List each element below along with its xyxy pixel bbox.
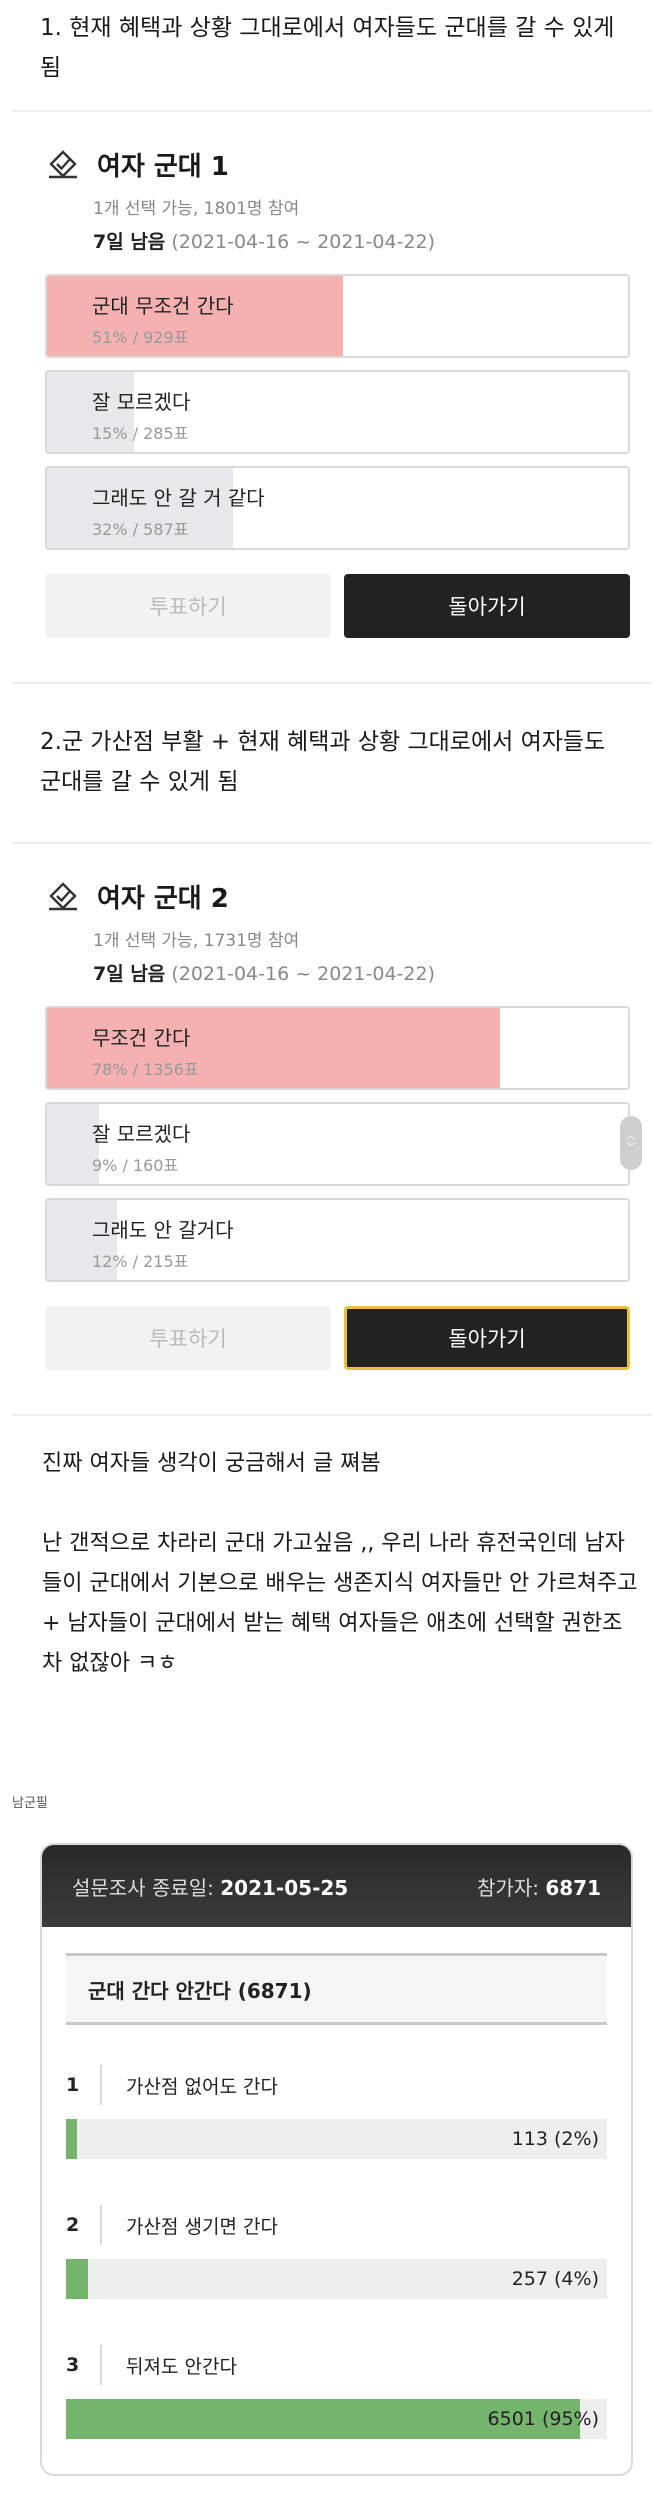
poll-option[interactable]: 잘 모르겠다 9% / 160표 (45, 1102, 630, 1186)
survey-item-label: 뒤져도 안간다 (126, 2355, 237, 2378)
survey-participants: 참가자: 6871 (477, 1872, 601, 1901)
survey-end-value: 2021-05-25 (220, 1875, 349, 1900)
vote-button[interactable]: 투표하기 (45, 574, 331, 638)
vote-button[interactable]: 투표하기 (45, 1306, 331, 1370)
chevron-down-icon: ﹀ (626, 1143, 636, 1154)
date-range: (2021-04-16 ~ 2021-04-22) (171, 231, 435, 253)
poll-card-1: 여자 군대 1 1개 선택 가능, 1801명 참여 7일 남음 (2021-0… (45, 142, 630, 638)
survey-item-value: 6501 (95%) (487, 2408, 599, 2430)
poll-option[interactable]: 잘 모르겠다 15% / 285표 (45, 370, 630, 454)
days-left: 7일 남음 (93, 963, 166, 985)
post-body-paragraph: 난 갠적으로 차라리 군대 가고싶음 ,, 우리 나라 휴전국인데 남자들이 군… (42, 1531, 638, 1676)
scroll-handle[interactable]: ︿ ﹀ (620, 1116, 642, 1170)
days-left: 7일 남음 (93, 231, 166, 253)
poll-deadline: 7일 남음 (2021-04-16 ~ 2021-04-22) (93, 960, 630, 988)
survey-item-value: 113 (2%) (511, 2128, 599, 2150)
option-count: 32% / 587표 (92, 520, 189, 539)
survey-item-bar: 6501 (95%) (66, 2399, 607, 2439)
source-label: 남군필 (12, 1796, 48, 1811)
survey-item-number: 2 (66, 2214, 80, 2236)
participants-value: 6871 (545, 1875, 601, 1900)
survey-item-number: 1 (66, 2074, 80, 2096)
option-count: 51% / 929표 (92, 328, 189, 347)
survey-result-card: 설문조사 종료일: 2021-05-25 참가자: 6871 군대 간다 안간다… (40, 1843, 633, 2476)
survey-header: 설문조사 종료일: 2021-05-25 참가자: 6871 (42, 1845, 631, 1927)
check-ballot-icon (49, 150, 77, 179)
survey-item-label: 가산점 없어도 간다 (126, 2075, 278, 2098)
option-label: 무조건 간다 (92, 1026, 191, 1050)
date-range: (2021-04-16 ~ 2021-04-22) (171, 963, 435, 985)
poll-card-2: 여자 군대 2 1개 선택 가능, 1731명 참여 7일 남음 (2021-0… (45, 874, 630, 1370)
option-label: 그래도 안 갈 거 같다 (92, 486, 265, 510)
poll-option[interactable]: 무조건 간다 78% / 1356표 (45, 1006, 630, 1090)
post-heading-2: 2.군 가산점 부활 + 현재 혜택과 상황 그대로에서 여자들도 군대를 갈 … (40, 729, 606, 795)
poll-option[interactable]: 그래도 안 갈거다 12% / 215표 (45, 1198, 630, 1282)
back-button[interactable]: 돌아가기 (344, 574, 630, 638)
survey-bar-fill (66, 2119, 77, 2159)
option-count: 9% / 160표 (92, 1156, 179, 1175)
divider (12, 110, 652, 112)
post-heading-1: 1. 현재 혜택과 상황 그대로에서 여자들도 군대를 갈 수 있게 됨 (40, 15, 615, 81)
survey-item: 2 가산점 생기면 간다 257 (4%) (66, 2205, 607, 2299)
survey-item: 1 가산점 없어도 간다 113 (2%) (66, 2065, 607, 2159)
option-label: 군대 무조건 간다 (92, 294, 234, 318)
separator (100, 2065, 102, 2105)
post-body-line: 진짜 여자들 생각이 궁금해서 글 쪄봄 (42, 1451, 381, 1476)
survey-item: 3 뒤져도 안간다 6501 (95%) (66, 2345, 607, 2439)
divider (12, 842, 652, 844)
divider (12, 682, 652, 684)
poll-deadline: 7일 남음 (2021-04-16 ~ 2021-04-22) (93, 228, 630, 256)
option-label: 잘 모르겠다 (92, 390, 191, 414)
divider (12, 1414, 652, 1416)
survey-item-bar: 257 (4%) (66, 2259, 607, 2299)
option-count: 15% / 285표 (92, 424, 189, 443)
survey-item-number: 3 (66, 2354, 80, 2376)
survey-item-label: 가산점 생기면 간다 (126, 2215, 278, 2238)
poll-participation: 1개 선택 가능, 1801명 참여 (93, 199, 300, 219)
back-button[interactable]: 돌아가기 (344, 1306, 630, 1370)
option-count: 78% / 1356표 (92, 1060, 199, 1079)
survey-end-label: 설문조사 종료일: (72, 1875, 214, 1900)
option-label: 그래도 안 갈거다 (92, 1218, 234, 1242)
separator (100, 2205, 102, 2245)
survey-item-value: 257 (4%) (511, 2268, 599, 2290)
survey-end-date: 설문조사 종료일: 2021-05-25 (72, 1872, 348, 1901)
chevron-up-icon: ︿ (626, 1131, 636, 1142)
poll-title: 여자 군대 1 (97, 151, 229, 182)
participants-label: 참가자: (477, 1875, 539, 1900)
separator (100, 2345, 102, 2385)
poll-option[interactable]: 그래도 안 갈 거 같다 32% / 587표 (45, 466, 630, 550)
option-label: 잘 모르겠다 (92, 1122, 191, 1146)
poll-option[interactable]: 군대 무조건 간다 51% / 929표 (45, 274, 630, 358)
survey-bar-fill (66, 2259, 88, 2299)
survey-item-bar: 113 (2%) (66, 2119, 607, 2159)
poll-title: 여자 군대 2 (97, 883, 229, 914)
survey-question: 군대 간다 안간다 (6871) (66, 1953, 607, 2025)
poll-participation: 1개 선택 가능, 1731명 참여 (93, 931, 300, 951)
check-ballot-icon (49, 882, 77, 911)
option-count: 12% / 215표 (92, 1252, 189, 1271)
